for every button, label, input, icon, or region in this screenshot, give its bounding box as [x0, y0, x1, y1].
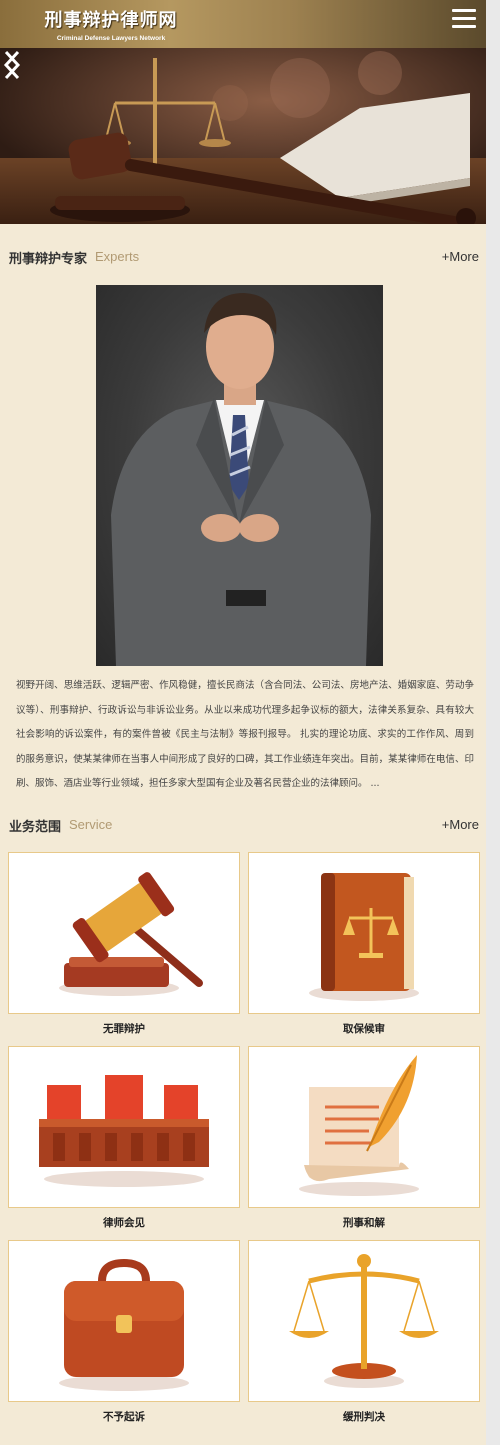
service-label: 律师会见	[103, 1217, 145, 1229]
service-card-probation[interactable]: 缓刑判决	[248, 1240, 480, 1423]
services-title-en: Service	[69, 817, 113, 832]
service-label: 不予起诉	[103, 1411, 145, 1423]
experts-title: 刑事辩护专家	[9, 252, 88, 267]
service-label: 缓刑判决	[343, 1411, 385, 1423]
service-card-innocence-defense[interactable]: 无罪辩护	[8, 852, 240, 1035]
scroll-quill-icon	[248, 1046, 480, 1208]
experts-title-en: Experts	[95, 249, 140, 264]
services-title: 业务范围	[9, 820, 62, 835]
logo-subtitle: Criminal Defense Lawyers Network	[56, 35, 166, 42]
page: 刑事辩护律师网 Criminal Defense Lawyers Network	[0, 0, 486, 1445]
service-label: 刑事和解	[343, 1217, 385, 1229]
experts-more-link[interactable]: +More	[442, 249, 479, 264]
site-header: 刑事辩护律师网 Criminal Defense Lawyers Network	[0, 0, 486, 48]
services-more-link[interactable]: +More	[442, 817, 479, 832]
gavel-scales-illustration	[0, 48, 486, 224]
scales-icon	[248, 1240, 480, 1402]
court-seats-icon	[8, 1046, 240, 1208]
briefcase-icon	[8, 1240, 240, 1402]
lawyer-portrait	[111, 293, 371, 666]
site-logo[interactable]: 刑事辩护律师网 Criminal Defense Lawyers Network	[36, 6, 186, 42]
hero-banner	[0, 48, 486, 224]
scrollbar[interactable]	[486, 0, 500, 1445]
gavel-icon	[8, 852, 240, 1014]
services-heading: 业务范围 Service +More	[9, 816, 479, 836]
chevron-right-icon[interactable]	[0, 48, 24, 82]
expert-description: 视野开阔、思维活跃、逻辑严密、作风稳健，擅长民商法（含合同法、公司法、房地产法、…	[16, 680, 474, 789]
logo-title: 刑事辩护律师网	[44, 10, 178, 31]
service-card-bail[interactable]: 取保候审	[248, 852, 480, 1035]
expert-photo[interactable]	[96, 285, 383, 666]
service-card-non-prosecution[interactable]: 不予起诉	[8, 1240, 240, 1423]
service-label: 无罪辩护	[103, 1023, 145, 1035]
experts-heading: 刑事辩护专家 Experts +More	[9, 248, 479, 268]
law-book-icon	[248, 852, 480, 1014]
hamburger-menu-icon[interactable]	[452, 9, 478, 33]
service-label: 取保候审	[343, 1023, 385, 1035]
service-card-lawyer-meeting[interactable]: 律师会见	[8, 1046, 240, 1229]
service-card-criminal-settlement[interactable]: 刑事和解	[248, 1046, 480, 1229]
